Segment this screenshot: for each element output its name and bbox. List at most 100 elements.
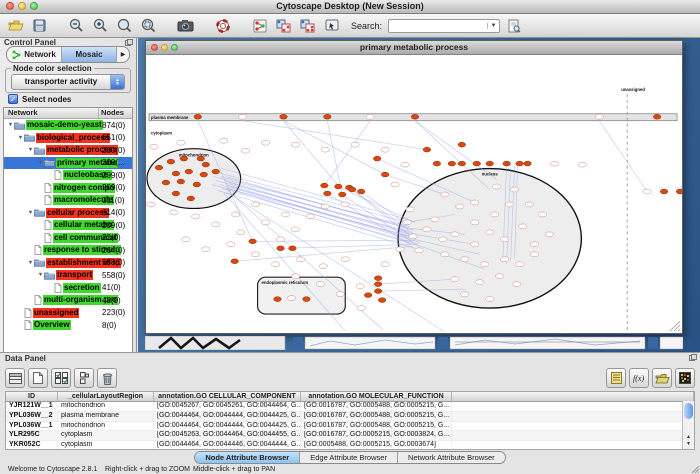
camera-icon[interactable] — [175, 16, 196, 36]
graph-node-selected[interactable] — [180, 156, 188, 161]
lifesaver-icon[interactable] — [212, 16, 233, 36]
graph-node-selected[interactable] — [458, 142, 466, 147]
formula-fx-icon[interactable]: f(x) — [629, 368, 649, 388]
tab-network-attribute-browser[interactable]: Network Attribute Browser — [398, 452, 505, 463]
disclosure-triangle-icon[interactable]: ▼ — [37, 272, 44, 278]
view-close-icon[interactable] — [151, 44, 158, 51]
open-folder-icon[interactable] — [5, 16, 26, 36]
graph-node-selected[interactable] — [172, 191, 180, 196]
tab-edge-attribute-browser[interactable]: Edge Attribute Browser — [300, 452, 398, 463]
graph-node-unselected[interactable] — [316, 282, 324, 287]
graph-node-selected[interactable] — [338, 192, 346, 197]
zoom-window-icon[interactable] — [30, 2, 38, 10]
graph-node-unselected[interactable] — [150, 144, 158, 149]
graph-node-unselected[interactable] — [291, 227, 299, 232]
graph-node-selected[interactable] — [516, 161, 524, 166]
graph-node-unselected[interactable] — [177, 140, 185, 145]
graph-node-unselected[interactable] — [251, 202, 259, 207]
notepad-icon[interactable] — [606, 368, 626, 388]
graph-node-selected[interactable] — [357, 189, 365, 194]
graph-node-selected[interactable] — [162, 180, 170, 185]
zoom-in-icon[interactable] — [90, 16, 111, 36]
graph-node-unselected[interactable] — [170, 210, 178, 215]
tree-item-overview[interactable]: Overview8(0) — [4, 319, 132, 332]
network-overlay-icon-1[interactable] — [273, 16, 294, 36]
minimize-icon[interactable] — [18, 2, 26, 10]
graph-node-unselected[interactable] — [471, 220, 479, 225]
graph-node-unselected[interactable] — [486, 297, 494, 302]
graph-node-selected[interactable] — [324, 191, 332, 196]
graph-node-unselected[interactable] — [321, 147, 329, 152]
tree-item-cell-communicat[interactable]: cell communicat22(0) — [4, 232, 132, 245]
graph-node-unselected[interactable] — [381, 262, 389, 267]
graph-node-selected[interactable] — [249, 239, 257, 244]
graph-node-unselected[interactable] — [439, 237, 447, 242]
table-scrollbar[interactable]: ▲▼ — [682, 401, 694, 449]
column-header-0[interactable]: ID — [6, 392, 58, 401]
graph-node-unselected[interactable] — [366, 114, 374, 119]
graph-node-unselected[interactable] — [351, 142, 359, 147]
zoom-out-icon[interactable] — [66, 16, 87, 36]
graph-node-unselected[interactable] — [451, 232, 459, 237]
graph-node-unselected[interactable] — [261, 220, 269, 225]
resize-grip-icon[interactable] — [691, 465, 699, 473]
graph-node-unselected[interactable] — [409, 234, 417, 239]
graph-node-unselected[interactable] — [226, 242, 234, 247]
tree-item-transport[interactable]: ▼transport558(0) — [4, 269, 132, 282]
view-zoom-icon[interactable] — [171, 44, 178, 51]
graph-node-unselected[interactable] — [381, 147, 389, 152]
column-header-1[interactable]: _cellularLayoutRegion — [58, 392, 154, 401]
disclosure-triangle-icon[interactable]: ▼ — [27, 147, 34, 153]
graph-node-unselected[interactable] — [396, 247, 404, 252]
graph-node-unselected[interactable] — [306, 214, 314, 219]
graph-node-unselected[interactable] — [391, 182, 399, 187]
graph-node-unselected[interactable] — [530, 252, 538, 257]
column-header-2[interactable]: annotation.GO CELLULAR_COMPONENT — [154, 392, 301, 401]
graph-node-unselected[interactable] — [403, 220, 411, 225]
graph-node-unselected[interactable] — [147, 202, 155, 207]
select-attributes-icon[interactable] — [51, 368, 71, 388]
disclosure-triangle-icon[interactable]: ▼ — [27, 260, 34, 266]
graph-node-selected[interactable] — [381, 172, 389, 177]
graph-node-selected[interactable] — [185, 169, 193, 174]
graph-node-unselected[interactable] — [291, 274, 299, 279]
graph-node-unselected[interactable] — [500, 257, 508, 262]
graph-node-selected[interactable] — [303, 297, 311, 302]
tree-item-macromolecule[interactable]: macromolecule311(0) — [4, 194, 132, 207]
tree-column-nodes[interactable]: Nodes — [99, 108, 132, 118]
select-nodes-checkbox[interactable]: ✓ — [8, 94, 18, 104]
chevron-down-icon[interactable]: ▼ — [487, 23, 499, 29]
graph-node-unselected[interactable] — [236, 230, 244, 235]
graph-node-selected[interactable] — [277, 246, 285, 251]
graph-node-unselected[interactable] — [530, 242, 538, 247]
graph-node-selected[interactable] — [167, 159, 175, 164]
graph-node-unselected[interactable] — [486, 230, 494, 235]
graph-node-unselected[interactable] — [281, 212, 289, 217]
float-data-panel-icon[interactable] — [689, 354, 697, 361]
graph-node-unselected[interactable] — [241, 148, 249, 153]
close-icon[interactable] — [6, 2, 14, 10]
tree-item-metabolic-process[interactable]: ▼metabolic process280(0) — [4, 144, 132, 157]
graph-node-unselected[interactable] — [461, 257, 469, 262]
tree-item-cellular-metabo[interactable]: cellular metabo209(0) — [4, 219, 132, 232]
graph-node-unselected[interactable] — [202, 247, 210, 252]
graph-node-unselected[interactable] — [476, 280, 484, 285]
graph-node-unselected[interactable] — [238, 114, 246, 119]
search-input[interactable] — [389, 20, 487, 31]
graph-node-unselected[interactable] — [182, 237, 190, 242]
tree-column-network[interactable]: Network — [4, 108, 99, 118]
graph-node-selected[interactable] — [177, 179, 185, 184]
graph-node-unselected[interactable] — [510, 187, 518, 192]
save-floppy-icon[interactable] — [29, 16, 50, 36]
import-folder-icon[interactable] — [652, 368, 672, 388]
table-row[interactable]: YJR121W__1mitochondrion[GO:0045267, GO:0… — [6, 402, 694, 412]
network-canvas[interactable]: plasma membranecytoplasmmitochondrionnuc… — [146, 55, 682, 333]
tree-item-nucleobase-[interactable]: nucleobase-209(0) — [4, 169, 132, 182]
scrollbar-arrows[interactable]: ▲▼ — [683, 434, 694, 448]
scrollbar-thumb[interactable] — [684, 403, 693, 419]
graph-node-selected[interactable] — [202, 162, 210, 167]
graph-node-selected[interactable] — [448, 161, 456, 166]
graph-node-unselected[interactable] — [595, 114, 603, 119]
tab-network[interactable]: Network — [7, 47, 62, 62]
float-panel-icon[interactable] — [125, 39, 133, 46]
